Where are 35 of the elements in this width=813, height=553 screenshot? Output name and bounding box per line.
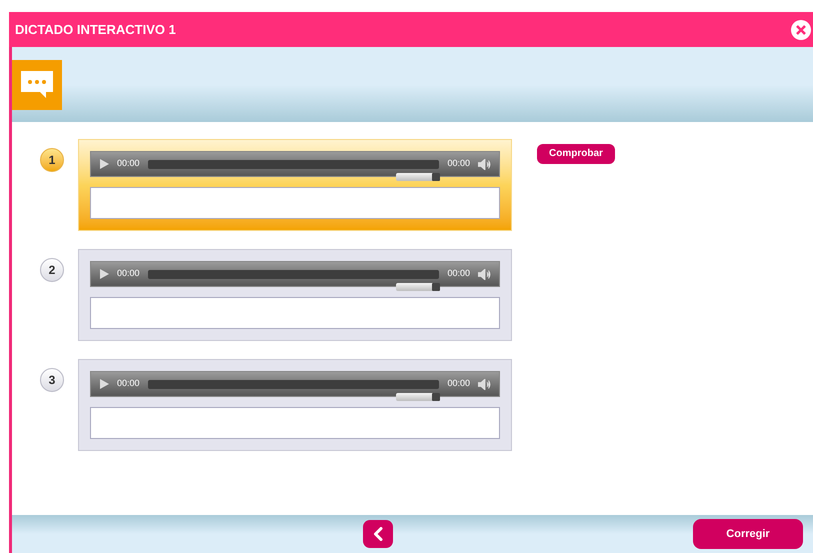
answer-field[interactable] <box>90 187 500 219</box>
play-icon[interactable] <box>99 269 109 279</box>
play-icon[interactable] <box>99 379 109 389</box>
check-button[interactable]: Comprobar <box>537 144 615 164</box>
elapsed-time: 00:00 <box>117 267 140 280</box>
progress-track[interactable] <box>148 380 440 388</box>
play-icon[interactable] <box>99 159 109 169</box>
total-time: 00:00 <box>447 157 470 170</box>
close-button[interactable] <box>791 20 811 40</box>
elapsed-time: 00:00 <box>117 157 140 170</box>
answer-field[interactable] <box>90 407 500 439</box>
chat-icon <box>12 60 62 110</box>
total-time: 00:00 <box>447 377 470 390</box>
number-badge: 3 <box>40 368 64 392</box>
speaker-icon[interactable] <box>478 378 491 390</box>
total-time: 00:00 <box>447 267 470 280</box>
back-button[interactable] <box>363 520 393 548</box>
speaker-icon[interactable] <box>478 268 491 280</box>
progress-track[interactable] <box>148 270 440 278</box>
close-icon <box>796 24 806 34</box>
answer-field[interactable] <box>90 297 500 329</box>
correct-button[interactable]: Corregir <box>693 519 803 549</box>
volume-slider[interactable] <box>396 283 440 291</box>
volume-thumb[interactable] <box>432 173 440 181</box>
speaker-icon[interactable] <box>478 158 491 170</box>
volume-slider[interactable] <box>396 393 440 401</box>
volume-thumb[interactable] <box>432 283 440 291</box>
elapsed-time: 00:00 <box>117 377 140 390</box>
window-title: DICTADO INTERACTIVO 1 <box>15 20 176 39</box>
progress-track[interactable] <box>148 160 440 168</box>
number-badge: 2 <box>40 258 64 282</box>
volume-slider[interactable] <box>396 173 440 181</box>
chevron-left-icon <box>373 527 383 541</box>
volume-thumb[interactable] <box>432 393 440 401</box>
number-badge: 1 <box>40 148 64 172</box>
